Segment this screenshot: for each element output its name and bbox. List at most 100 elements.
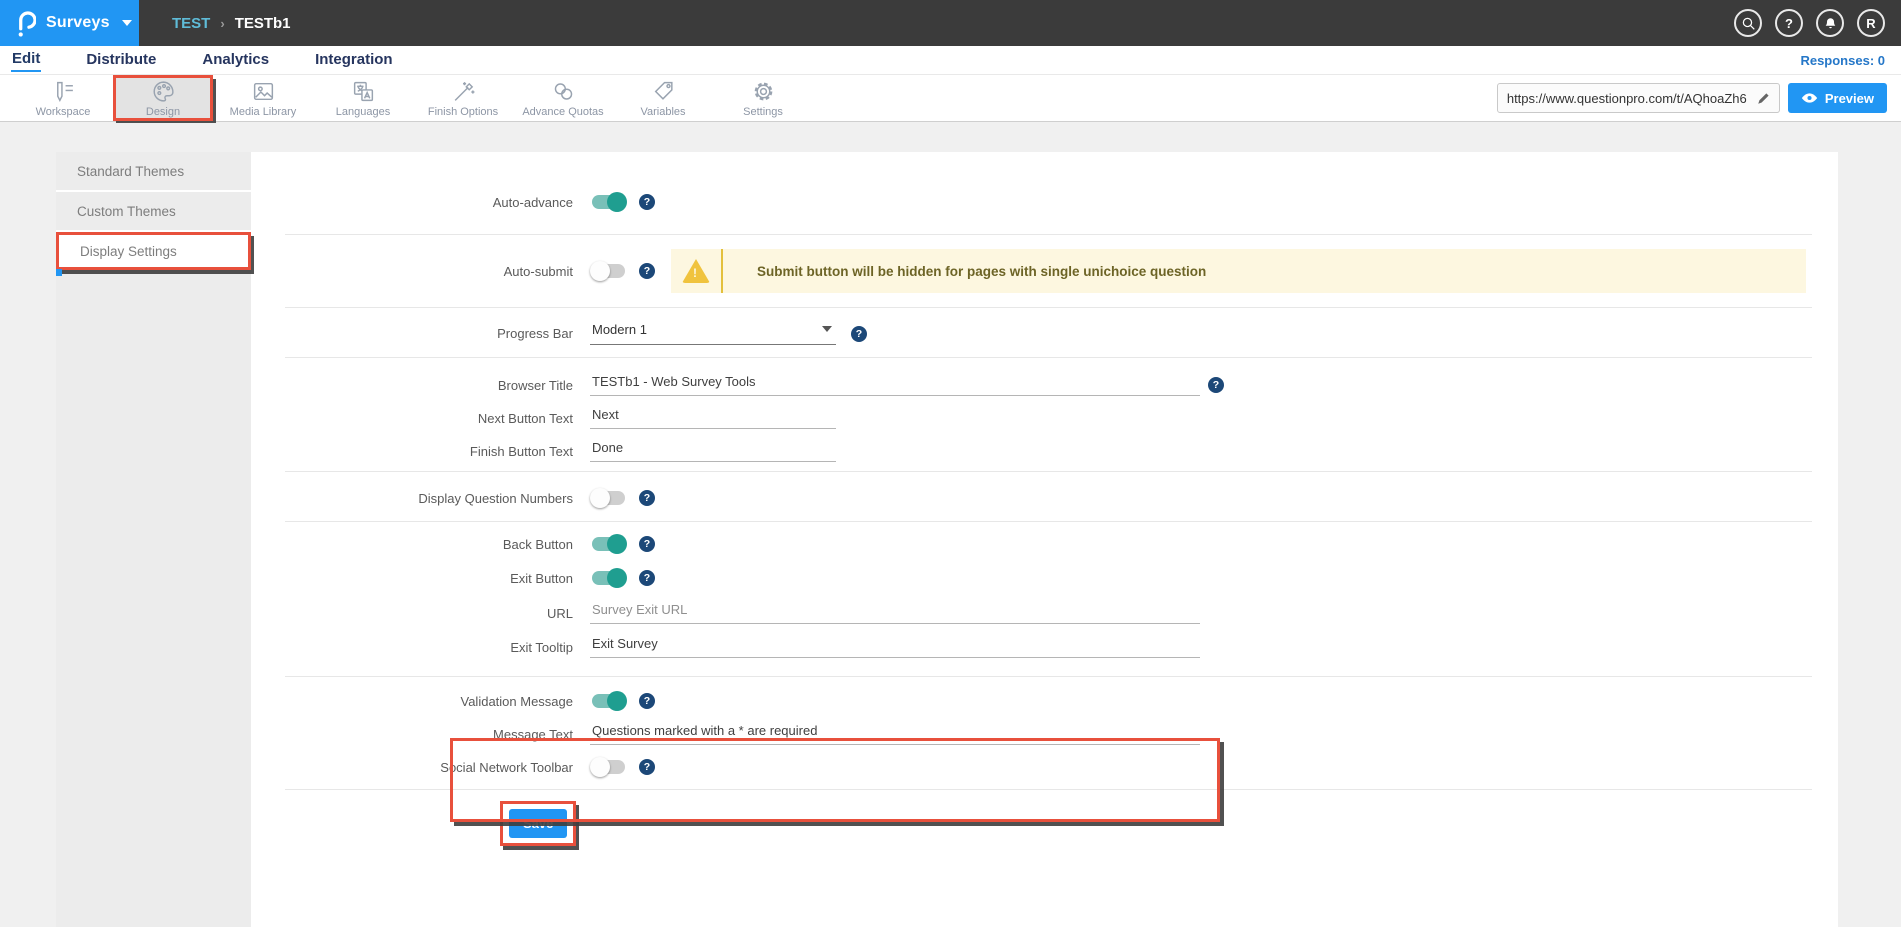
browser-title-input[interactable]: TESTb1 - Web Survey Tools bbox=[590, 374, 1200, 396]
group-question-numbers: Display Question Numbers ? bbox=[285, 472, 1812, 522]
responses-count[interactable]: Responses: 0 bbox=[1800, 53, 1885, 68]
breadcrumb-separator: › bbox=[220, 16, 224, 31]
warning-text: Submit button will be hidden for pages w… bbox=[723, 249, 1206, 293]
social-network-toolbar-help-icon[interactable]: ? bbox=[639, 759, 655, 775]
back-button-help-icon[interactable]: ? bbox=[639, 536, 655, 552]
breadcrumb-survey-name: TESTb1 bbox=[235, 15, 291, 32]
auto-advance-help-icon[interactable]: ? bbox=[639, 194, 655, 210]
toolbar-item-finish-options[interactable]: Finish Options bbox=[413, 75, 513, 121]
eye-icon bbox=[1801, 92, 1818, 104]
toolbar-item-label: Advance Quotas bbox=[522, 106, 603, 118]
auto-submit-warning: Submit button will be hidden for pages w… bbox=[671, 249, 1806, 293]
progress-bar-help-icon[interactable]: ? bbox=[851, 326, 867, 342]
back-button-label: Back Button bbox=[285, 537, 573, 552]
product-switcher[interactable]: Surveys bbox=[0, 0, 139, 46]
pencil-icon bbox=[1756, 91, 1771, 106]
variables-icon bbox=[651, 79, 676, 104]
next-button-text-label: Next Button Text bbox=[285, 411, 573, 426]
display-settings-form: Auto-advance ? Auto-submit ? bbox=[285, 152, 1812, 846]
finish-button-text-input[interactable]: Done bbox=[590, 440, 836, 462]
auto-advance-toggle[interactable] bbox=[590, 192, 627, 212]
exit-button-label: Exit Button bbox=[285, 571, 573, 586]
app-page: Surveys TEST › TESTb1 ? bbox=[0, 0, 1901, 927]
finish-options-icon bbox=[451, 79, 476, 104]
social-network-toolbar-toggle[interactable] bbox=[590, 757, 627, 777]
tab-analytics[interactable]: Analytics bbox=[201, 49, 270, 71]
preview-button-label: Preview bbox=[1825, 91, 1874, 106]
finish-button-text-label: Finish Button Text bbox=[285, 444, 573, 459]
group-auto-advance: Auto-advance ? bbox=[285, 152, 1812, 235]
edit-url-button[interactable] bbox=[1749, 84, 1779, 112]
notifications-button[interactable] bbox=[1816, 9, 1844, 37]
preview-button[interactable]: Preview bbox=[1788, 83, 1887, 113]
avatar[interactable]: R bbox=[1857, 9, 1885, 37]
validation-message-help-icon[interactable]: ? bbox=[639, 693, 655, 709]
message-text-input[interactable]: Questions marked with a * are required bbox=[590, 723, 1200, 745]
question-mark-icon: ? bbox=[1785, 16, 1793, 31]
avatar-letter: R bbox=[1866, 16, 1875, 31]
sidebar-item-custom-themes[interactable]: Custom Themes bbox=[56, 192, 251, 232]
exit-url-label: URL bbox=[285, 606, 573, 621]
chevron-down-icon bbox=[122, 20, 132, 26]
auto-submit-label: Auto-submit bbox=[285, 264, 573, 279]
progress-bar-select[interactable]: Modern 1 bbox=[590, 322, 836, 345]
breadcrumb: TEST › TESTb1 bbox=[139, 0, 291, 46]
warning-triangle-icon bbox=[682, 259, 710, 283]
tab-distribute[interactable]: Distribute bbox=[85, 49, 157, 71]
group-save: Save bbox=[285, 790, 1812, 846]
toolbar-item-workspace[interactable]: Workspace bbox=[13, 75, 113, 121]
toolbar-item-settings[interactable]: Settings bbox=[713, 75, 813, 121]
chevron-down-icon bbox=[822, 326, 832, 332]
sidebar-item-standard-themes[interactable]: Standard Themes bbox=[56, 152, 251, 192]
toolbar-item-label: Settings bbox=[743, 106, 783, 118]
toolbar-item-design[interactable]: Design bbox=[113, 75, 213, 121]
toolbar-item-label: Media Library bbox=[230, 106, 297, 118]
toolbar-item-variables[interactable]: Variables bbox=[613, 75, 713, 121]
back-button-toggle[interactable] bbox=[590, 534, 627, 554]
auto-submit-help-icon[interactable]: ? bbox=[639, 263, 655, 279]
social-network-toolbar-label: Social Network Toolbar bbox=[285, 760, 573, 775]
next-button-text-input[interactable]: Next bbox=[590, 407, 836, 429]
group-auto-submit: Auto-submit ? Submit button will be hidd… bbox=[285, 235, 1812, 308]
browser-title-help-icon[interactable]: ? bbox=[1208, 377, 1224, 393]
display-question-numbers-label: Display Question Numbers bbox=[285, 491, 573, 506]
toolbar-item-advance-quotas[interactable]: Advance Quotas bbox=[513, 75, 613, 121]
media-library-icon bbox=[251, 79, 276, 104]
design-icon bbox=[151, 79, 176, 104]
display-question-numbers-help-icon[interactable]: ? bbox=[639, 490, 655, 506]
exit-tooltip-label: Exit Tooltip bbox=[285, 640, 573, 655]
save-button[interactable]: Save bbox=[509, 809, 567, 838]
design-settings-panel: Standard Themes Custom Themes Display Se… bbox=[56, 152, 1838, 927]
toolbar-item-label: Languages bbox=[336, 106, 390, 118]
exit-button-help-icon[interactable]: ? bbox=[639, 570, 655, 586]
toolbar-item-label: Finish Options bbox=[428, 106, 498, 118]
exit-url-input[interactable]: Survey Exit URL bbox=[590, 602, 1200, 624]
languages-icon bbox=[351, 79, 376, 104]
brand-label: Surveys bbox=[46, 14, 110, 32]
toolbar-item-languages[interactable]: Languages bbox=[313, 75, 413, 121]
validation-message-toggle[interactable] bbox=[590, 691, 627, 711]
group-validation: Validation Message ? Message Text Questi… bbox=[285, 677, 1812, 790]
progress-bar-label: Progress Bar bbox=[285, 326, 573, 341]
toolbar-item-media-library[interactable]: Media Library bbox=[213, 75, 313, 121]
tab-edit[interactable]: Edit bbox=[11, 48, 41, 72]
primary-nav: Edit Distribute Analytics Integration Re… bbox=[0, 46, 1901, 75]
header-actions: ? R bbox=[1734, 0, 1901, 46]
breadcrumb-folder[interactable]: TEST bbox=[172, 15, 210, 32]
exit-button-toggle[interactable] bbox=[590, 568, 627, 588]
survey-url-field[interactable]: https://www.questionpro.com/t/AQhoaZh6 bbox=[1497, 83, 1780, 113]
survey-url-value[interactable]: https://www.questionpro.com/t/AQhoaZh6 bbox=[1498, 91, 1749, 106]
tab-integration[interactable]: Integration bbox=[314, 49, 394, 71]
search-button[interactable] bbox=[1734, 9, 1762, 37]
workspace-icon bbox=[51, 79, 76, 104]
design-sidebar: Standard Themes Custom Themes Display Se… bbox=[56, 152, 251, 927]
auto-advance-label: Auto-advance bbox=[285, 195, 573, 210]
sidebar-item-display-settings[interactable]: Display Settings bbox=[56, 232, 251, 270]
questionpro-logo-icon bbox=[15, 8, 36, 38]
help-button[interactable]: ? bbox=[1775, 9, 1803, 37]
auto-submit-toggle[interactable] bbox=[590, 261, 627, 281]
exit-tooltip-input[interactable]: Exit Survey bbox=[590, 636, 1200, 658]
save-annotation-box: Save bbox=[500, 801, 576, 846]
display-question-numbers-toggle[interactable] bbox=[590, 488, 627, 508]
toolbar-item-label: Design bbox=[146, 106, 180, 118]
